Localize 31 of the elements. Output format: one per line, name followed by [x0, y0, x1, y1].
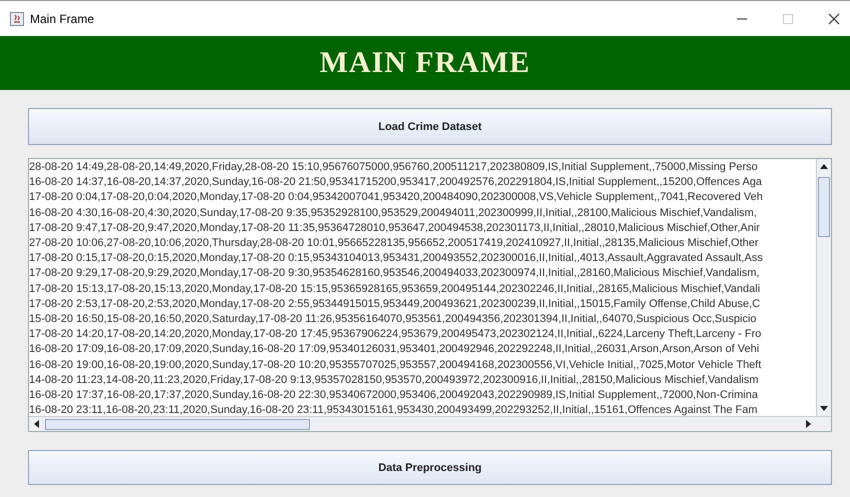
load-dataset-button[interactable]: Load Crime Dataset	[28, 108, 832, 145]
text-line: 15-08-20 16:50,15-08-20,16:50,2020,Saturday,17-08-20 11:26,95356164070,953561,200494356,202301394,II,Initial,,64070,Suspicious Occ,Suspicio	[29, 312, 758, 328]
text-line: 28-08-20 14:49,28-08-20,14:49,2020,Friday,28-08-20 15:10,95676075000,956760,200511217,202380809,IS,Initial Supplement,,75000,Missing Perso	[29, 160, 759, 175]
vertical-scrollbar[interactable]	[816, 159, 831, 416]
close-icon[interactable]	[828, 12, 840, 24]
text-line: 16-08-20 19:00,16-08-20,19:00,2020,Sunday,17-08-20 10:20,95355707025,953557,200494168,202300556,VI,Vehicle Initial,,7025,Motor Vehicle Theft	[29, 358, 762, 373]
text-line: 16-08-20 17:09,16-08-20,17:09,2020,Sunday,16-08-20 17:09,95340126031,953401,200492946,202292248,II,Initial,,26031,Arson,Arson,Arson of Vehi	[29, 342, 760, 358]
scroll-down-icon[interactable]	[820, 406, 828, 412]
text-line: 17-08-20 0:15,17-08-20,0:15,2020,Monday,17-08-20 0:15,95343104013,953431,200493552,202300016,II,Initial,,4013,Assault,Aggravated Assault,Ass	[29, 251, 764, 266]
text-line: 17-08-20 15:13,17-08-20,15:13,2020,Monday,17-08-20 15:15,95365928165,953659,200495144,202302246,II,Initial,,28165,Malicious Mischief,Vandali	[29, 282, 762, 297]
text-line: 16-08-20 14:37,16-08-20,14:37,2020,Sunday,16-08-20 21:50,95341715200,953417,200492576,202291804,IS,Initial Supplement,,15200,Offences Aga	[29, 175, 763, 190]
text-line: 16-08-20 4:30,16-08-20,4:30,2020,Sunday,17-08-20 9:35,95352928100,953529,200494011,202300999,II,Initial,,28100,Malicious Mischief,Vandalism,	[29, 206, 758, 221]
java-app-icon	[10, 12, 24, 26]
window-title: Main Frame	[30, 12, 94, 26]
text-line: 14-08-20 11:23,14-08-20,11:23,2020,Friday,17-08-20 9:13,95357028150,953570,200493972,202300916,II,Initial,,28150,Malicious Mischief,Vandalism	[29, 372, 760, 388]
text-line: 17-08-20 14:20,17-08-20,14:20,2020,Monday,17-08-20 17:45,95367906224,953679,200495473,202302124,II,Initial,,6224,Larceny Theft,Larceny - Fro	[29, 327, 762, 342]
app-title: MAIN FRAME	[320, 46, 530, 80]
text-line: 16-08-20 23:11,16-08-20,23:11,2020,Sunday,16-08-20 23:11,95343015161,953430,200493499,202293252,II,Initial,,15161,Offences Against The Fam	[29, 403, 758, 416]
text-line: 17-08-20 9:29,17-08-20,9:29,2020,Monday,17-08-20 9:30,95354628160,953546,200494033,202300974,II,Initial,,28160,Malicious Mischief,Vandalism,	[29, 266, 760, 282]
scroll-up-icon[interactable]	[820, 163, 828, 169]
scroll-right-icon[interactable]	[806, 420, 812, 428]
scroll-thumb[interactable]	[818, 177, 830, 237]
scroll-left-icon[interactable]	[33, 420, 39, 428]
text-line: 17-08-20 9:47,17-08-20,9:47,2020,Monday,17-08-20 11:35,95364728010,953647,200494538,202301173,II,Initial,,28010,Malicious Mischief,Other,Anir	[29, 220, 761, 236]
text-line: 17-08-20 2:53,17-08-20,2:53,2020,Monday,17-08-20 2:55,95344915015,953449,200493621,202300239,II,Initial,,15015,Family Offense,Child Abuse,C	[29, 296, 762, 312]
text-line: 17-08-20 0:04,17-08-20,0:04,2020,Monday,17-08-20 0:04,95342007041,953420,200484090,202300008,VS,Vehicle Supplement,,7041,Recovered Veh	[29, 190, 764, 206]
text-line: 16-08-20 17:37,16-08-20,17:37,2020,Sunday,16-08-20 22:30,95340672000,953406,200492043,202290989,IS,Initial Supplement,,72000,Non-Crimina	[29, 388, 759, 404]
horizontal-scrollbar[interactable]	[29, 416, 831, 431]
data-preprocessing-button[interactable]: Data Preprocessing	[28, 450, 832, 485]
text-line: 27-08-20 10:06,27-08-20,10:06,2020,Thursday,28-08-20 10:01,95665228135,956652,200517419,202410927,II,Initial,,28135,Malicious Mischief,Other	[29, 236, 760, 252]
scroll-thumb[interactable]	[45, 418, 310, 430]
